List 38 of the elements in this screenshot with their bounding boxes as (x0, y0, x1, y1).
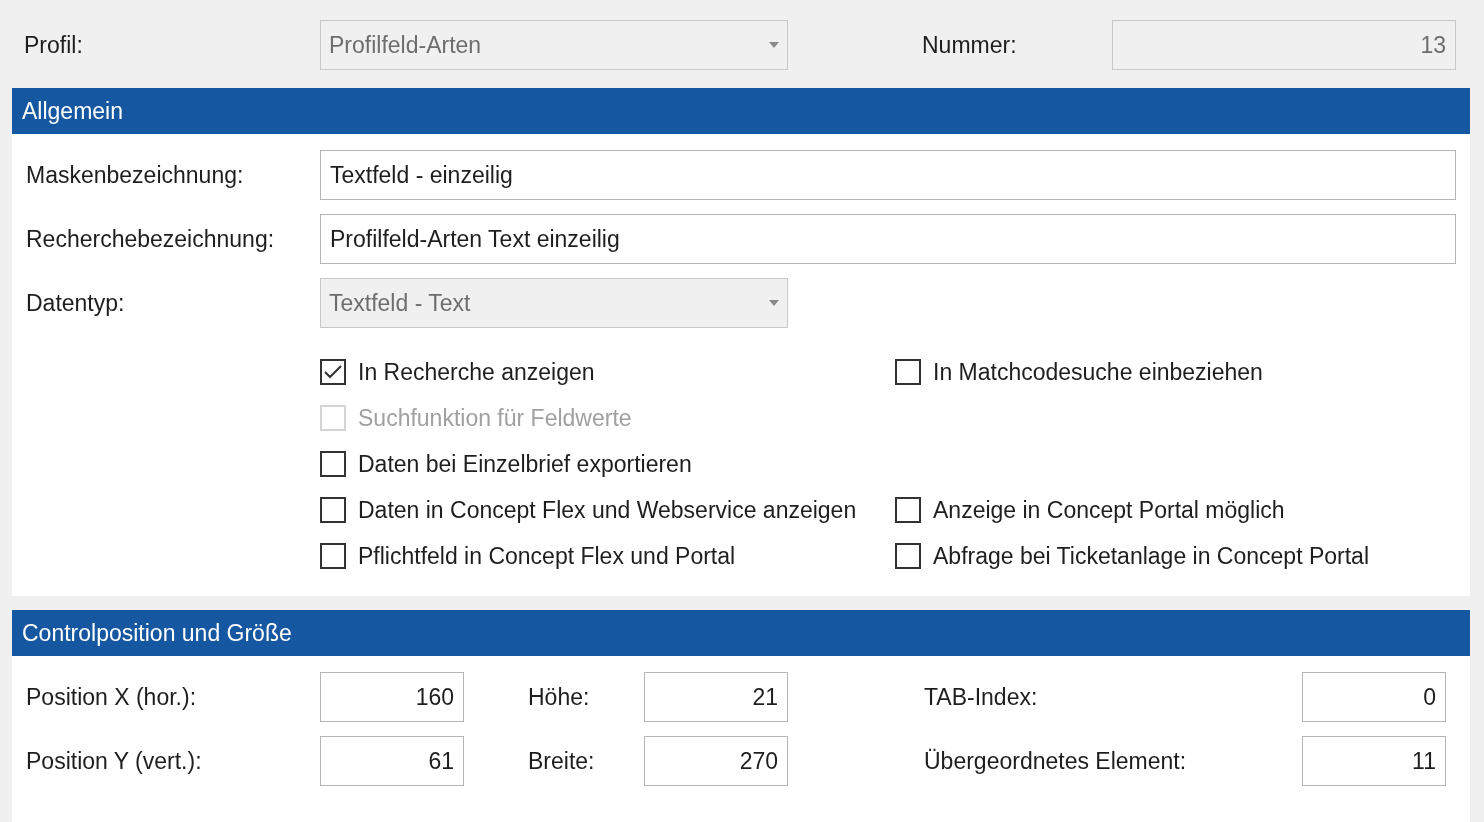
field-label: Position X (hor.): (26, 683, 197, 710)
text-field[interactable]: 21 (644, 672, 788, 722)
text-field[interactable]: 160 (320, 672, 464, 722)
field-label: Höhe: (528, 683, 590, 710)
checkbox-label[interactable]: Pflichtfeld in Concept Flex und Portal (358, 538, 736, 574)
checkbox-label[interactable]: Anzeige in Concept Portal möglich (933, 492, 1285, 528)
field-label: Recherchebezeichnung: (26, 225, 275, 252)
checkbox-label[interactable]: Daten in Concept Flex und Webservice anzeigen (358, 492, 857, 528)
field-label: Position Y (vert.): (26, 747, 202, 774)
field-label: Breite: (528, 747, 595, 774)
field-label: Profil: (24, 31, 83, 58)
checkbox[interactable] (895, 543, 921, 569)
text-field[interactable]: 0 (1302, 672, 1446, 722)
checkbox[interactable] (320, 451, 346, 477)
field-label: Nummer: (922, 31, 1017, 58)
checkbox[interactable] (320, 497, 346, 523)
text-field[interactable]: Textfeld - einzeilig (320, 150, 1456, 200)
field-label: Übergeordnetes Element: (924, 747, 1187, 774)
dropdown-caret-icon (769, 300, 779, 306)
text-field[interactable]: Profilfeld-Arten Text einzeilig (320, 214, 1456, 264)
checkbox-label[interactable]: Abfrage bei Ticketanlage in Concept Portal (933, 538, 1369, 574)
field-label: TAB-Index: (924, 683, 1038, 710)
checkbox-label[interactable]: In Recherche anzeigen (358, 354, 595, 390)
checkmark-icon (324, 365, 342, 379)
text-field[interactable]: 270 (644, 736, 788, 786)
checkbox[interactable] (320, 543, 346, 569)
text-field[interactable]: 11 (1302, 736, 1446, 786)
checkbox-label[interactable]: In Matchcodesuche einbeziehen (933, 354, 1263, 390)
section-title: Controlposition und Größe (22, 618, 292, 648)
field-label: Maskenbezeichnung: (26, 161, 244, 188)
checkbox[interactable] (895, 359, 921, 385)
dropdown-caret-icon (769, 42, 779, 48)
checkbox[interactable] (320, 359, 346, 385)
text-field[interactable]: 61 (320, 736, 464, 786)
section-title: Allgemein (22, 96, 123, 126)
checkbox[interactable] (895, 497, 921, 523)
checkbox-label[interactable]: Daten bei Einzelbrief exportieren (358, 446, 692, 482)
field-label: Datentyp: (26, 289, 125, 316)
